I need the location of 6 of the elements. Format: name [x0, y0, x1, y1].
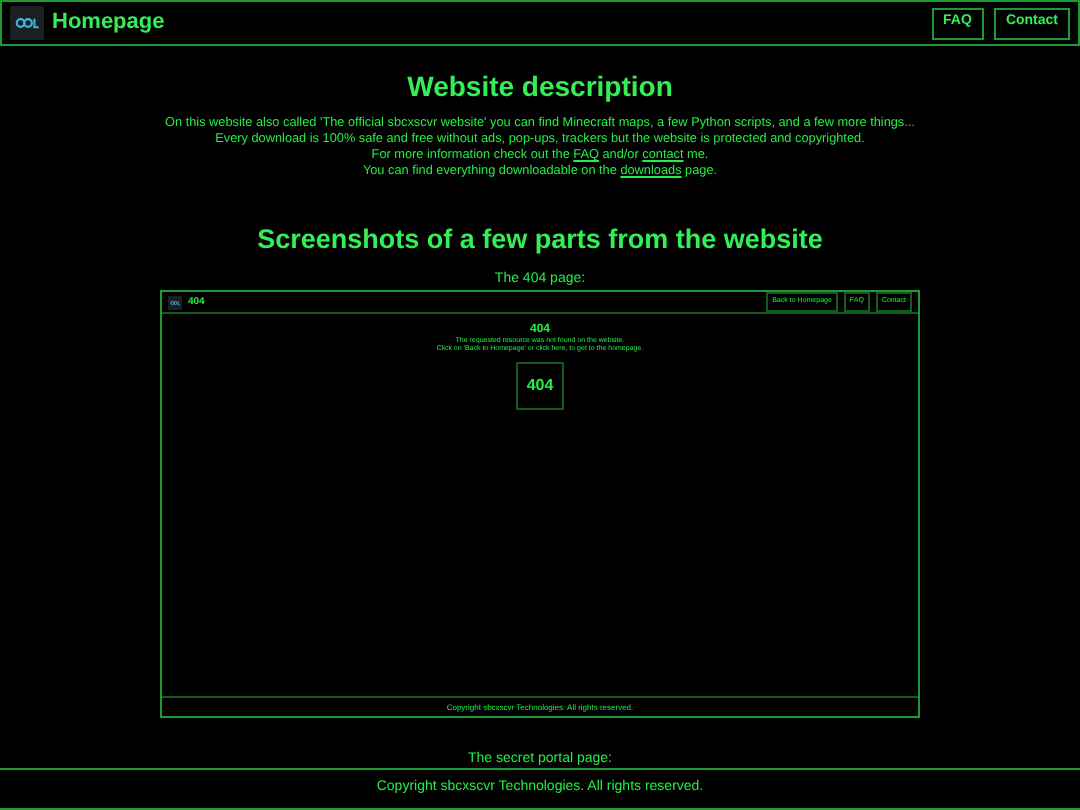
error-badge: 404 — [516, 362, 564, 410]
section-heading: Website description — [407, 68, 673, 104]
logo-icon — [168, 295, 182, 309]
site-title[interactable]: Homepage — [52, 6, 165, 40]
logo-icon — [10, 6, 44, 40]
section-heading: Screenshots of a few parts from the website — [257, 222, 823, 258]
